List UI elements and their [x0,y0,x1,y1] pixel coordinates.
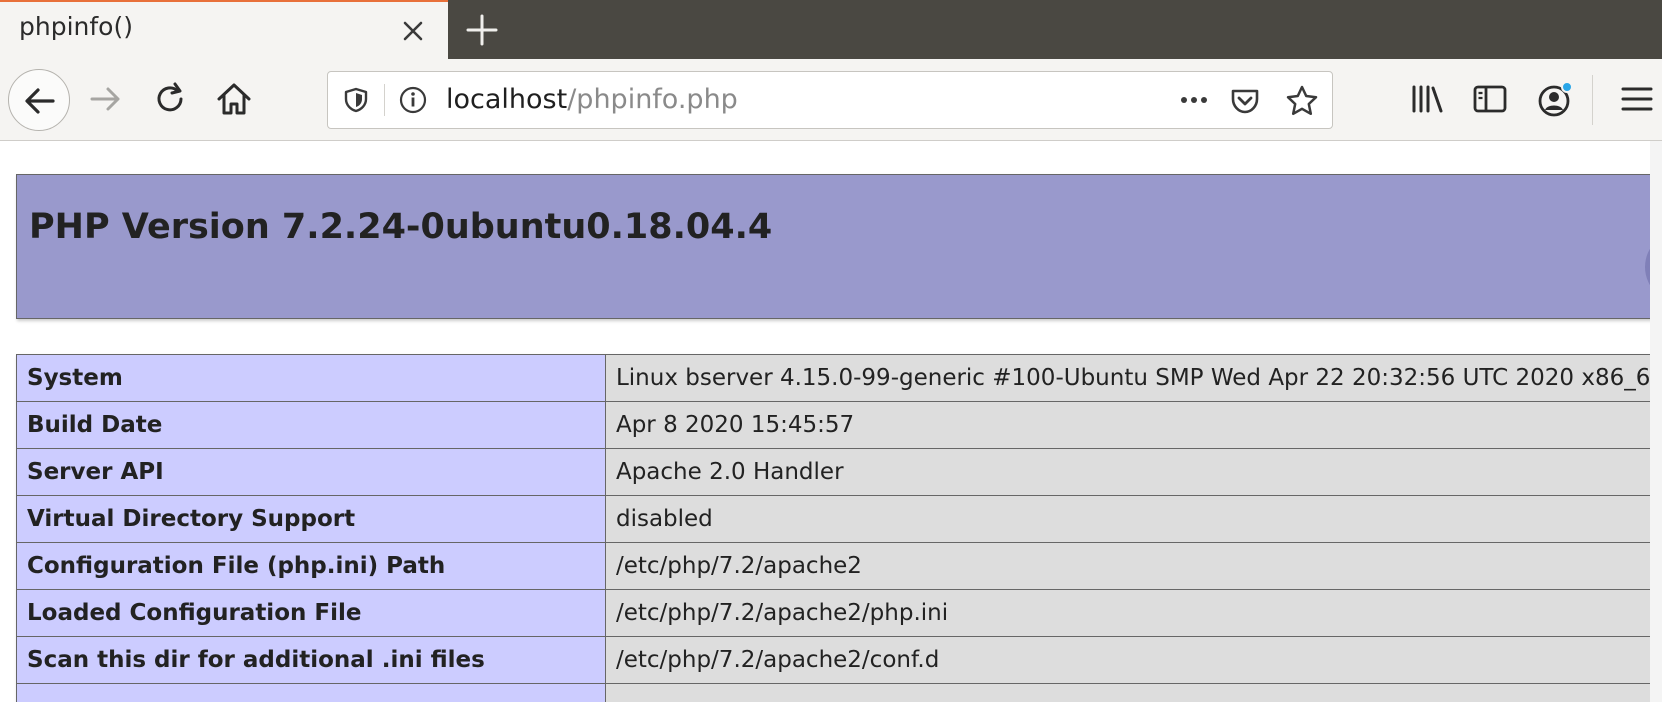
row-value [604,683,1662,702]
row-key: Configuration File (php.ini) Path [16,542,606,590]
scrollbar[interactable] [1650,141,1662,702]
table-row: Loaded Configuration File /etc/php/7.2/a… [16,589,1662,637]
home-icon [217,83,251,115]
account-button[interactable] [1534,77,1578,121]
library-icon [1412,85,1443,113]
table-row: Server API Apache 2.0 Handler [16,448,1662,496]
forward-button[interactable] [86,79,126,119]
table-row [16,683,1662,702]
hamburger-menu-icon [1621,87,1653,111]
toolbar-divider [1592,75,1593,125]
reload-icon [157,82,183,112]
pocket-icon[interactable] [1228,84,1262,118]
url-host: localhost [446,84,568,115]
close-icon[interactable] [396,14,430,48]
row-value: Apache 2.0 Handler [604,448,1662,496]
table-row: Configuration File (php.ini) Path /etc/p… [16,542,1662,590]
row-key [16,683,606,702]
page-title: PHP Version 7.2.24-0ubuntu0.18.04.4 [29,207,773,247]
plus-icon[interactable] [462,10,502,50]
row-value: Linux bserver 4.15.0-99-generic #100-Ubu… [604,354,1662,402]
table-row: Virtual Directory Support disabled [16,495,1662,543]
row-key: Server API [16,448,606,496]
arrow-left-icon [25,88,55,114]
php-version-header: PHP Version 7.2.24-0ubuntu0.18.04.4 [16,174,1662,319]
back-button[interactable] [8,69,70,131]
table-row: Build Date Apr 8 2020 15:45:57 [16,401,1662,449]
tab-phpinfo[interactable]: phpinfo() [0,0,448,59]
more-horizontal-icon[interactable] [1174,84,1214,116]
url-bar[interactable]: localhost/phpinfo.php [327,71,1333,129]
row-value: /etc/php/7.2/apache2/conf.d [604,636,1662,684]
info-icon[interactable] [398,85,428,115]
home-button[interactable] [214,79,254,119]
tab-strip: phpinfo() [0,0,1662,59]
navigation-toolbar: localhost/phpinfo.php [0,59,1662,141]
row-key: Scan this dir for additional .ini files [16,636,606,684]
info-table: System Linux bserver 4.15.0-99-generic #… [16,354,1662,702]
row-key: System [16,354,606,402]
row-value: /etc/php/7.2/apache2/php.ini [604,589,1662,637]
sidebar-icon [1473,85,1507,113]
library-button[interactable] [1408,79,1448,119]
row-value: /etc/php/7.2/apache2 [604,542,1662,590]
arrow-right-icon [90,87,120,111]
url-divider [384,84,385,116]
page-content: PHP Version 7.2.24-0ubuntu0.18.04.4 Syst… [0,141,1662,702]
url-text[interactable]: localhost/phpinfo.php [446,84,738,115]
row-value: Apr 8 2020 15:45:57 [604,401,1662,449]
star-icon[interactable] [1284,83,1320,119]
row-key: Virtual Directory Support [16,495,606,543]
row-key: Build Date [16,401,606,449]
table-row: System Linux bserver 4.15.0-99-generic #… [16,354,1662,402]
menu-button[interactable] [1617,79,1657,119]
table-row: Scan this dir for additional .ini files … [16,636,1662,684]
account-icon [1538,81,1573,117]
sidebar-button[interactable] [1470,79,1510,119]
reload-button[interactable] [150,79,190,119]
tab-title: phpinfo() [19,12,133,41]
shield-icon[interactable] [342,86,370,114]
url-path: /phpinfo.php [567,84,738,115]
row-key: Loaded Configuration File [16,589,606,637]
row-value: disabled [604,495,1662,543]
